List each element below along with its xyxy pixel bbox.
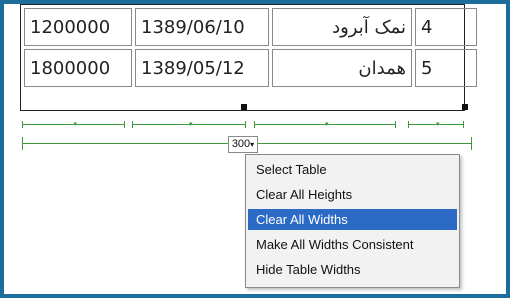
menu-item-clear-all-widths[interactable]: Clear All Widths <box>248 209 457 230</box>
column-width-guide[interactable]: ▾ <box>132 121 246 128</box>
resize-handle-bottom-middle[interactable] <box>241 104 247 110</box>
window-frame-left <box>0 0 4 298</box>
name-cell[interactable]: نمک آبرود <box>272 8 412 46</box>
table-row[interactable]: 1800000 1389/05/12 همدان 5 <box>24 49 477 87</box>
window-frame-bottom <box>0 294 510 298</box>
date-cell[interactable]: 1389/06/10 <box>135 8 269 46</box>
column-width-arrow-icon: ▾ <box>436 121 440 128</box>
table-width-guide-right-cap <box>471 137 472 150</box>
column-width-arrow-icon: ▾ <box>73 121 78 128</box>
column-width-arrow-icon: ▾ <box>189 121 193 128</box>
menu-item-clear-all-heights[interactable]: Clear All Heights <box>248 184 457 205</box>
data-table[interactable]: 1200000 1389/06/10 نمک آبرود 4 1800000 1… <box>21 5 480 90</box>
table-width-value: 300 <box>231 138 251 150</box>
date-cell[interactable]: 1389/05/12 <box>135 49 269 87</box>
amount-cell[interactable]: 1800000 <box>24 49 132 87</box>
table-width-dropdown[interactable]: 300▾ <box>228 136 258 153</box>
index-cell[interactable]: 5 <box>415 49 477 87</box>
resize-handle-bottom-right[interactable] <box>462 104 468 110</box>
column-width-guide[interactable]: ▾ <box>22 121 125 128</box>
column-width-guide[interactable]: ▾ <box>408 121 464 128</box>
column-width-arrow-icon: ▾ <box>325 121 329 128</box>
column-width-guide[interactable]: ▾ <box>254 121 396 128</box>
menu-item-make-all-widths-consistent[interactable]: Make All Widths Consistent <box>248 234 457 255</box>
menu-item-hide-table-widths[interactable]: Hide Table Widths <box>248 259 457 280</box>
amount-cell[interactable]: 1200000 <box>24 8 132 46</box>
column-width-guides: ▾ ▾ ▾ ▾ <box>22 118 474 132</box>
table-row[interactable]: 1200000 1389/06/10 نمک آبرود 4 <box>24 8 477 46</box>
table-context-menu: Select Table Clear All Heights Clear All… <box>245 154 460 288</box>
index-cell[interactable]: 4 <box>415 8 477 46</box>
name-cell[interactable]: همدان <box>272 49 412 87</box>
chevron-down-icon: ▾ <box>250 140 255 149</box>
menu-item-select-table[interactable]: Select Table <box>248 159 457 180</box>
window-frame-right <box>506 0 510 298</box>
